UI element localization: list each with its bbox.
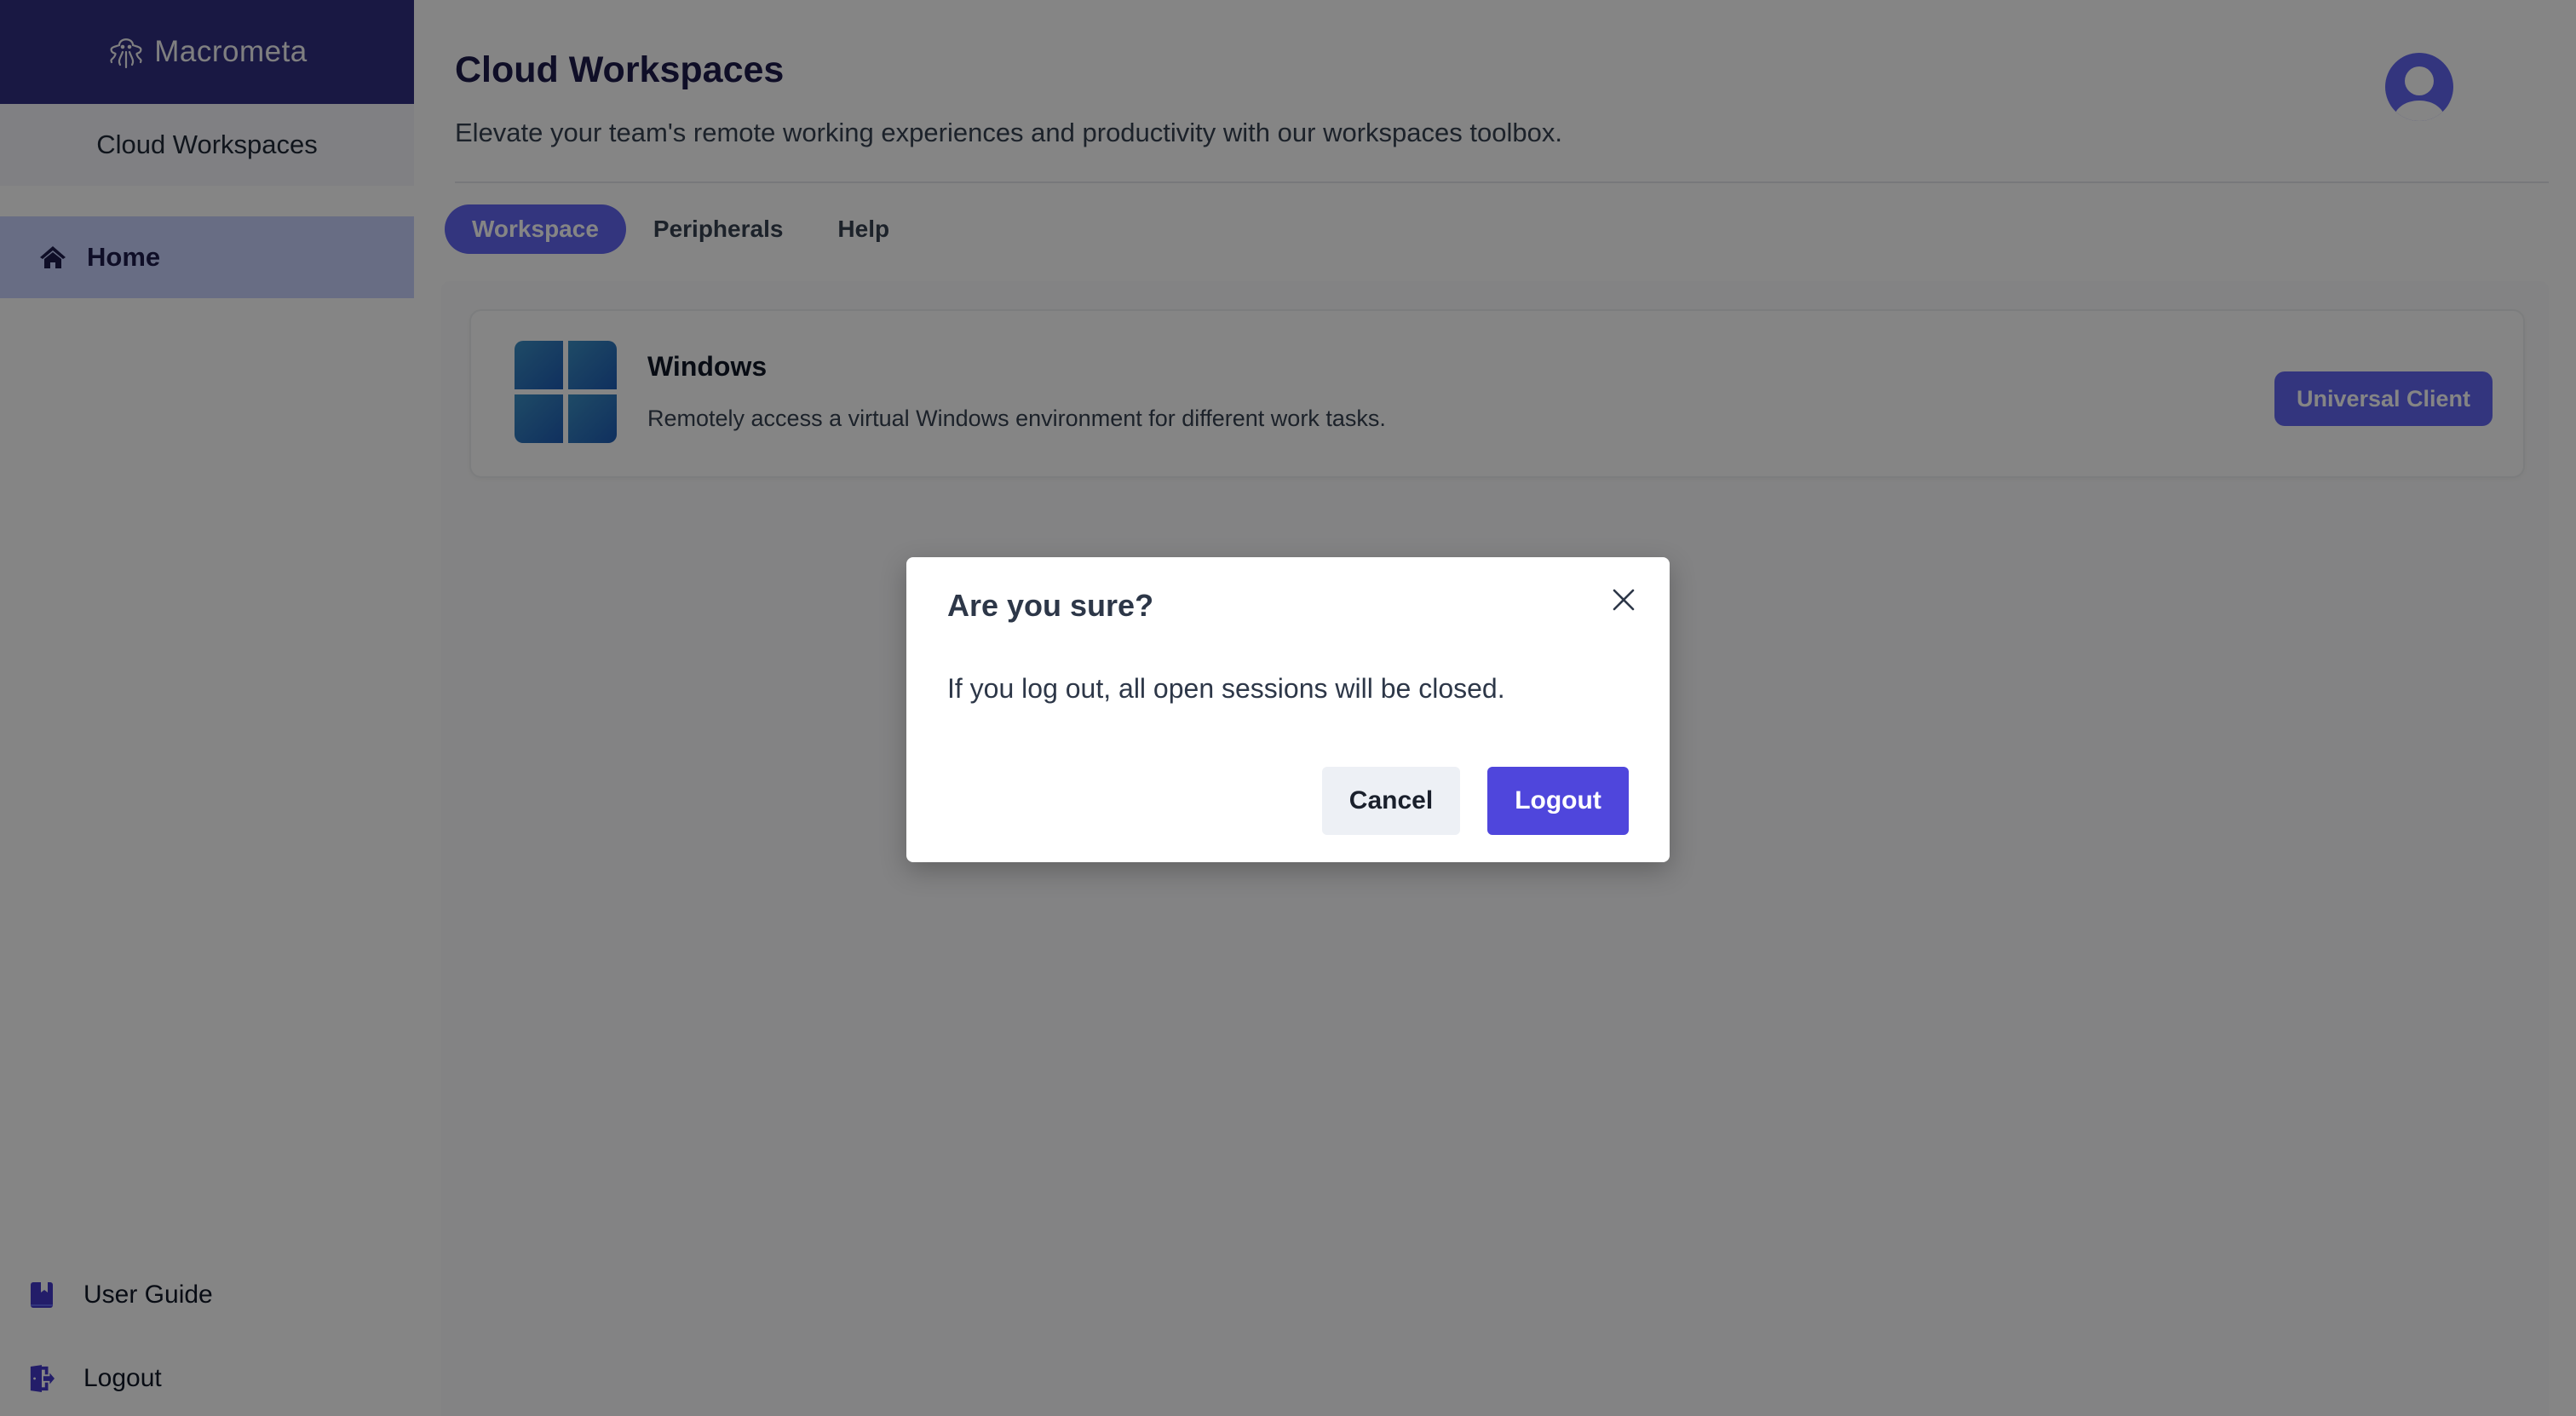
dialog-message: If you log out, all open sessions will b…	[947, 673, 1505, 704]
cancel-button[interactable]: Cancel	[1322, 767, 1460, 835]
logout-button[interactable]: Logout	[1487, 767, 1629, 835]
close-icon	[1613, 589, 1635, 611]
close-button[interactable]	[1605, 581, 1642, 619]
dialog-title: Are you sure?	[947, 588, 1154, 623]
logout-confirm-dialog: Are you sure? If you log out, all open s…	[906, 557, 1670, 862]
